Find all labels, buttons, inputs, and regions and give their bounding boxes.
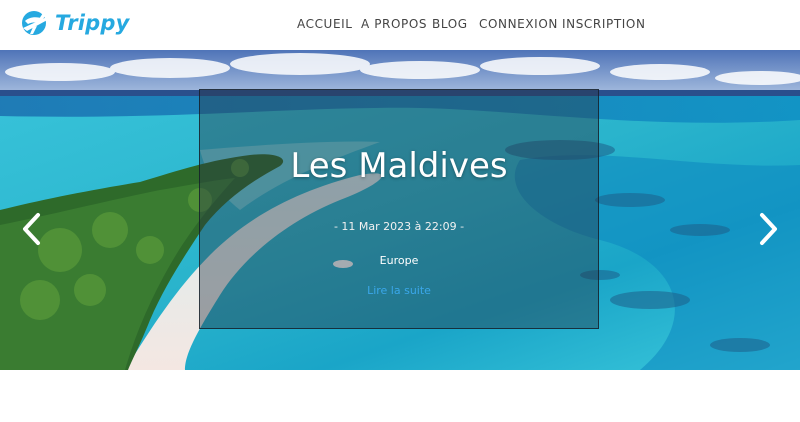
read-more-link[interactable]: Lire la suite (200, 284, 598, 297)
nav-item-blog[interactable]: BLOG (432, 17, 468, 31)
carousel-prev-button[interactable] (20, 212, 44, 246)
chevron-right-icon (760, 213, 777, 245)
carousel-next-button[interactable] (756, 212, 780, 246)
post-date: - 11 Mar 2023 à 22:09 - (333, 220, 465, 233)
nav-item-a-propos[interactable]: A PROPOS (361, 17, 427, 31)
nav-item-connexion[interactable]: CONNEXION (479, 17, 558, 31)
brand-name: Trippy (55, 11, 130, 35)
chevron-left-icon (23, 213, 40, 245)
destination-title: Les Maldives (290, 146, 508, 186)
hero-carousel: Les Maldives - 11 Mar 2023 à 22:09 - Eur… (0, 50, 800, 370)
nav-item-inscription[interactable]: INSCRIPTION (562, 17, 646, 31)
brand-logo[interactable]: Trippy (19, 7, 129, 39)
airplane-globe-icon (22, 11, 51, 35)
top-navbar: Trippy ACCUEIL A PROPOS BLOG CONNEXION I… (0, 0, 800, 50)
destination-region: Europe (379, 254, 419, 267)
hero-caption-box: Les Maldives - 11 Mar 2023 à 22:09 - Eur… (199, 89, 599, 329)
nav-item-accueil[interactable]: ACCUEIL (297, 17, 353, 31)
